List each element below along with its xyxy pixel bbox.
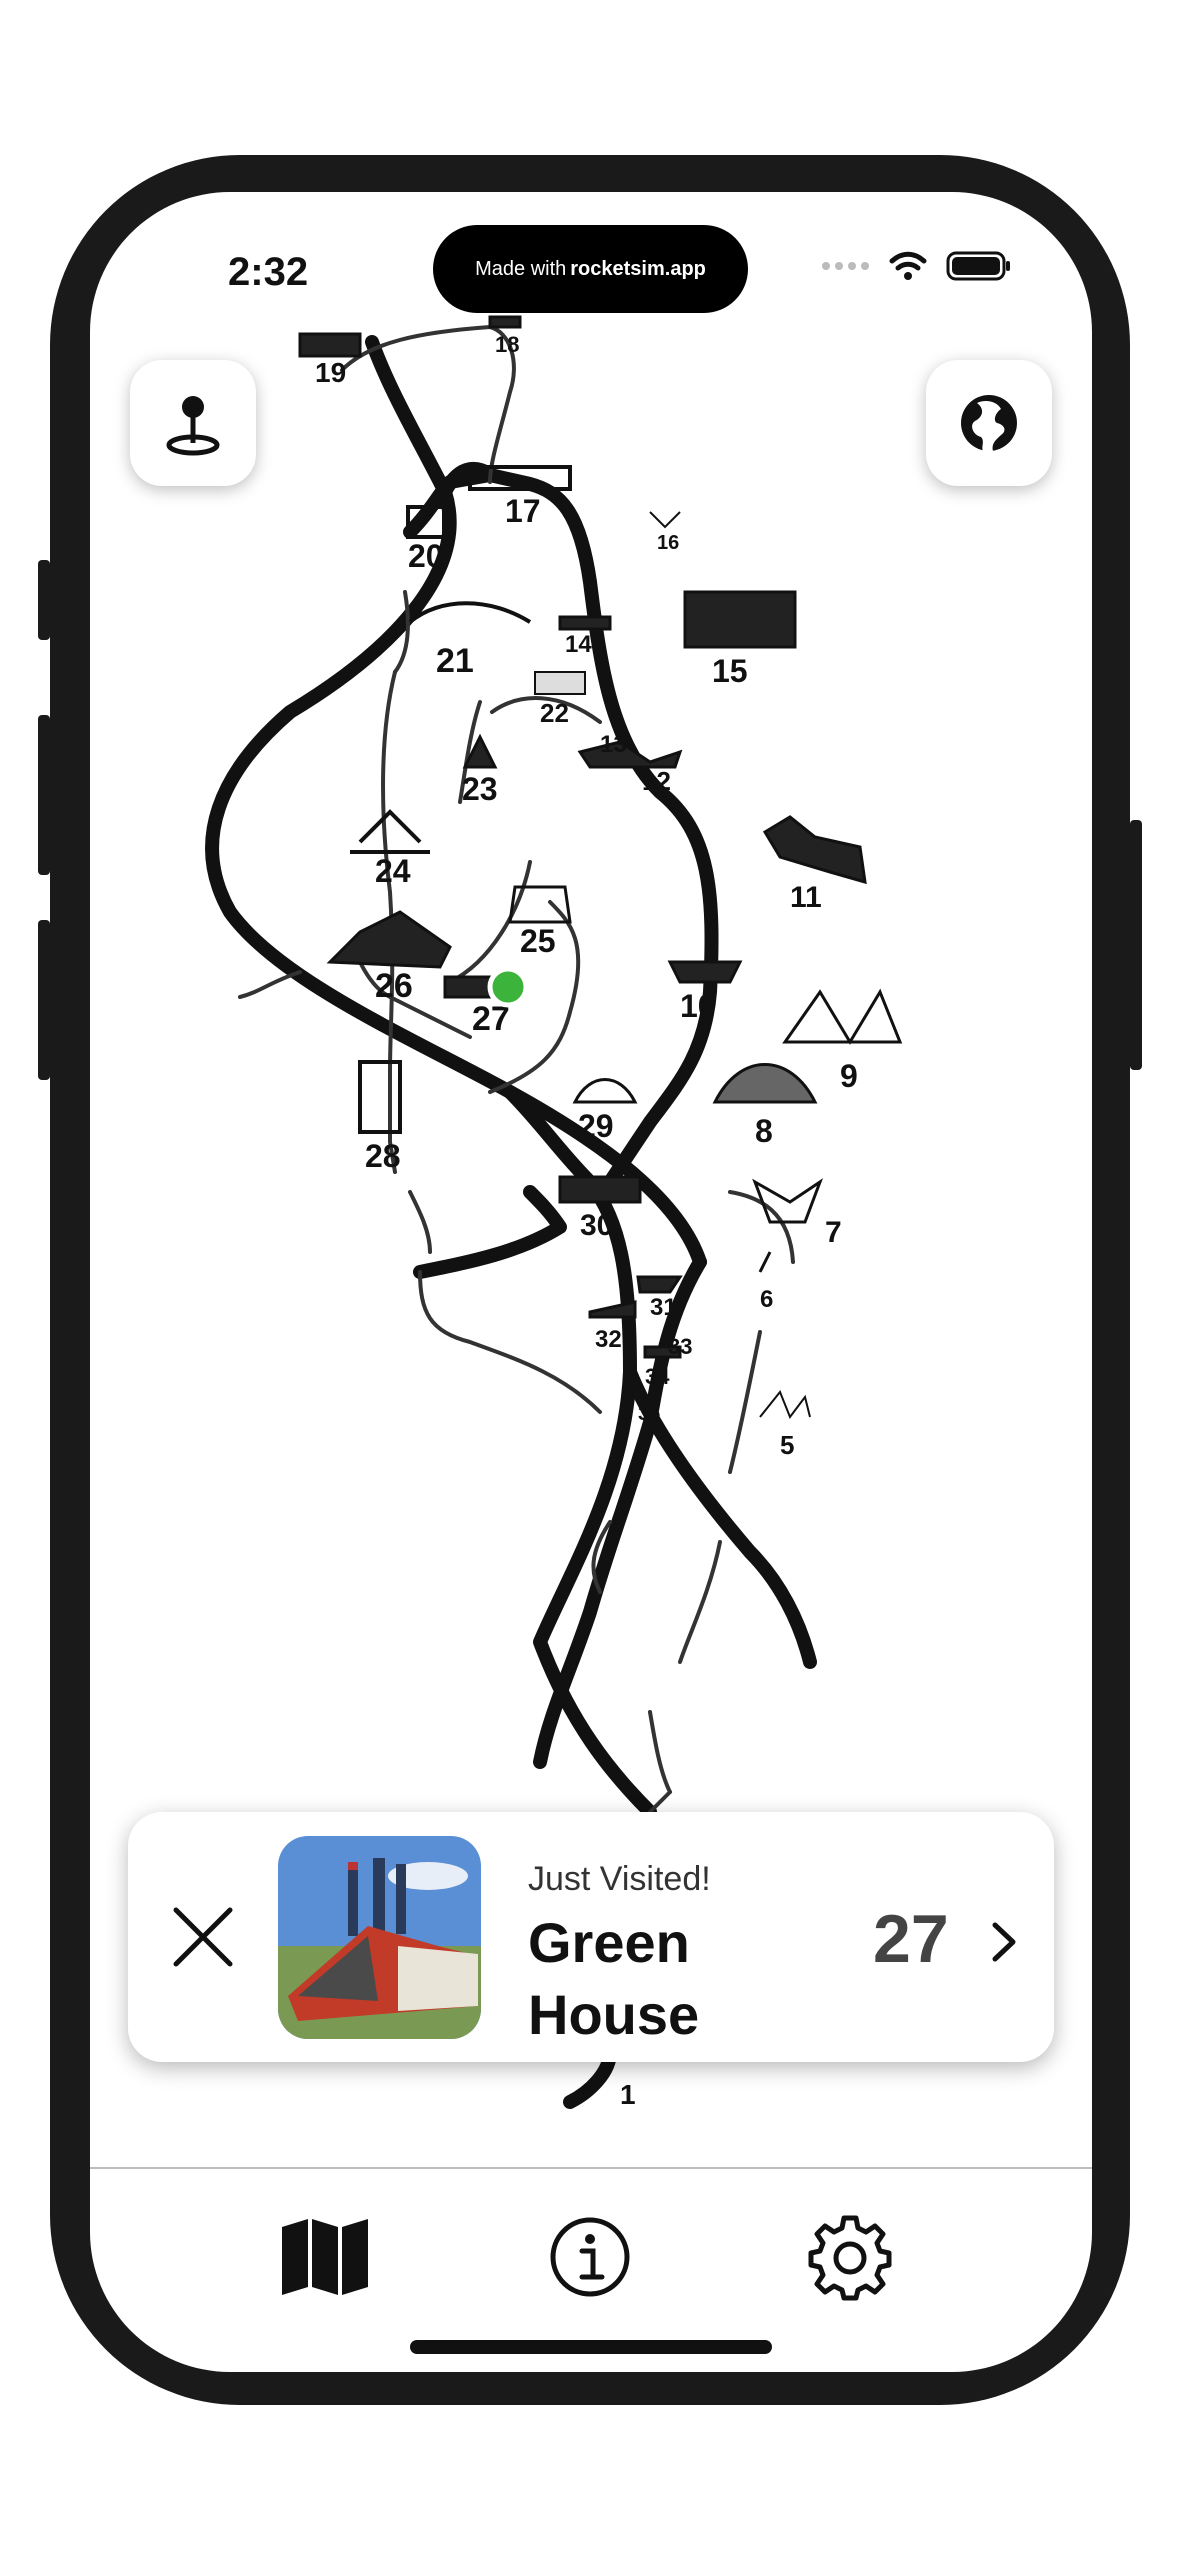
landmark-18-icon[interactable] bbox=[488, 315, 522, 329]
landmark-24-icon[interactable] bbox=[350, 809, 430, 854]
tab-bar-divider bbox=[90, 2167, 1092, 2169]
status-icons bbox=[820, 250, 1012, 282]
phone-power-button bbox=[1130, 820, 1142, 1070]
phone-mute-switch bbox=[38, 560, 50, 640]
landmark-28-icon[interactable] bbox=[358, 1060, 402, 1134]
marker-label-23[interactable]: 23 bbox=[462, 771, 498, 807]
tab-info[interactable] bbox=[535, 2202, 645, 2312]
landmark-21-icon[interactable] bbox=[408, 601, 532, 624]
marker-label-26[interactable]: 26 bbox=[375, 967, 413, 1005]
landmark-19-icon[interactable] bbox=[298, 332, 362, 358]
marker-label-15[interactable]: 15 bbox=[712, 653, 748, 689]
marker-label-1[interactable]: 1 bbox=[620, 2079, 636, 2110]
marker-label-34[interactable]: 34 bbox=[645, 1364, 670, 1389]
app-screen: 19 18 17 16 20 15 14 21 22 13 12 23 11 2… bbox=[90, 192, 1092, 2372]
map-icon bbox=[282, 2219, 368, 2295]
marker-label-29[interactable]: 29 bbox=[578, 1108, 614, 1144]
location-button[interactable] bbox=[130, 360, 256, 486]
marker-label-14[interactable]: 14 bbox=[565, 631, 592, 658]
landmark-9-icon[interactable] bbox=[782, 988, 903, 1045]
landmark-8-icon[interactable] bbox=[712, 1063, 818, 1104]
chevron-right-icon[interactable] bbox=[983, 1917, 1023, 1967]
cellular-signal-icon bbox=[822, 262, 869, 270]
globe-icon bbox=[961, 395, 1017, 451]
landmark-22-icon[interactable] bbox=[534, 671, 586, 695]
home-indicator[interactable] bbox=[410, 2340, 772, 2354]
island-brand: rocketsim.app bbox=[570, 257, 706, 280]
landmark-5-icon[interactable] bbox=[759, 1390, 811, 1420]
landmark-14-icon[interactable] bbox=[558, 615, 612, 631]
marker-label-21[interactable]: 21 bbox=[436, 642, 474, 680]
just-visited-card[interactable]: Just Visited! Green House 27 bbox=[128, 1812, 1054, 2062]
marker-label-5[interactable]: 5 bbox=[780, 1430, 794, 1460]
dynamic-island: Made with rocketsim.app bbox=[433, 225, 748, 313]
marker-label-30[interactable]: 30 bbox=[580, 1209, 613, 1242]
landmark-25-icon[interactable] bbox=[508, 885, 572, 924]
marker-label-33[interactable]: 33 bbox=[668, 1334, 692, 1359]
card-title: Green House bbox=[528, 1911, 700, 2046]
marker-label-17[interactable]: 17 bbox=[505, 493, 541, 529]
marker-label-22[interactable]: 22 bbox=[540, 698, 569, 728]
marker-label-10[interactable]: 10 bbox=[680, 988, 716, 1024]
info-icon bbox=[550, 2217, 630, 2297]
marker-label-28[interactable]: 28 bbox=[365, 1138, 401, 1174]
landmark-29-icon[interactable] bbox=[572, 1078, 638, 1104]
phone-volume-up bbox=[38, 715, 50, 875]
marker-label-11[interactable]: 11 bbox=[790, 881, 822, 914]
close-icon[interactable] bbox=[168, 1902, 238, 1972]
card-subtitle: Just Visited! bbox=[528, 1860, 711, 1898]
tab-settings[interactable] bbox=[795, 2202, 905, 2312]
marker-label-25[interactable]: 25 bbox=[520, 923, 556, 959]
landmark-10-icon[interactable] bbox=[667, 960, 743, 984]
marker-label-7[interactable]: 7 bbox=[825, 1216, 842, 1249]
tab-map[interactable] bbox=[270, 2202, 380, 2312]
battery-icon bbox=[946, 251, 1010, 281]
phone-volume-down bbox=[38, 920, 50, 1080]
marker-label-9[interactable]: 9 bbox=[840, 1058, 858, 1094]
marker-label-12[interactable]: 12 bbox=[642, 766, 671, 796]
marker-label-6[interactable]: 6 bbox=[760, 1286, 773, 1313]
marker-label-8[interactable]: 8 bbox=[755, 1113, 773, 1149]
status-time: 2:32 bbox=[228, 250, 309, 294]
green-house-photo bbox=[278, 1836, 481, 2039]
current-location-marker[interactable] bbox=[487, 966, 529, 1008]
landmark-11-icon[interactable] bbox=[762, 815, 867, 885]
landmark-16-icon[interactable] bbox=[649, 511, 681, 529]
marker-label-19[interactable]: 19 bbox=[315, 357, 346, 388]
island-prefix: Made with bbox=[475, 257, 567, 280]
gear-icon bbox=[808, 2215, 892, 2301]
globe-button[interactable] bbox=[926, 360, 1052, 486]
card-marker-number: 27 bbox=[873, 1901, 949, 1977]
marker-label-16[interactable]: 16 bbox=[657, 532, 679, 554]
marker-label-35[interactable]: 35 bbox=[638, 1403, 660, 1425]
landmark-15-icon[interactable] bbox=[683, 590, 797, 649]
marker-label-13[interactable]: 13 bbox=[600, 731, 627, 758]
marker-label-24[interactable]: 24 bbox=[375, 853, 411, 889]
map-secondary-paths bbox=[238, 324, 795, 1814]
landmark-31-icon[interactable] bbox=[636, 1275, 683, 1294]
marker-label-20[interactable]: 20 bbox=[408, 538, 444, 574]
landmark-32-icon[interactable] bbox=[588, 1300, 637, 1319]
location-pin-icon bbox=[166, 396, 220, 456]
marker-label-18[interactable]: 18 bbox=[495, 332, 519, 357]
landmark-7-icon[interactable] bbox=[752, 1178, 824, 1224]
landmark-30-icon[interactable] bbox=[558, 1175, 642, 1204]
landmark-26-icon[interactable] bbox=[326, 910, 452, 969]
wifi-icon bbox=[889, 251, 927, 280]
location-thumbnail bbox=[278, 1836, 481, 2039]
landmark-6-icon[interactable] bbox=[758, 1251, 772, 1273]
marker-label-31[interactable]: 31 bbox=[650, 1294, 677, 1321]
marker-label-32[interactable]: 32 bbox=[595, 1326, 622, 1353]
